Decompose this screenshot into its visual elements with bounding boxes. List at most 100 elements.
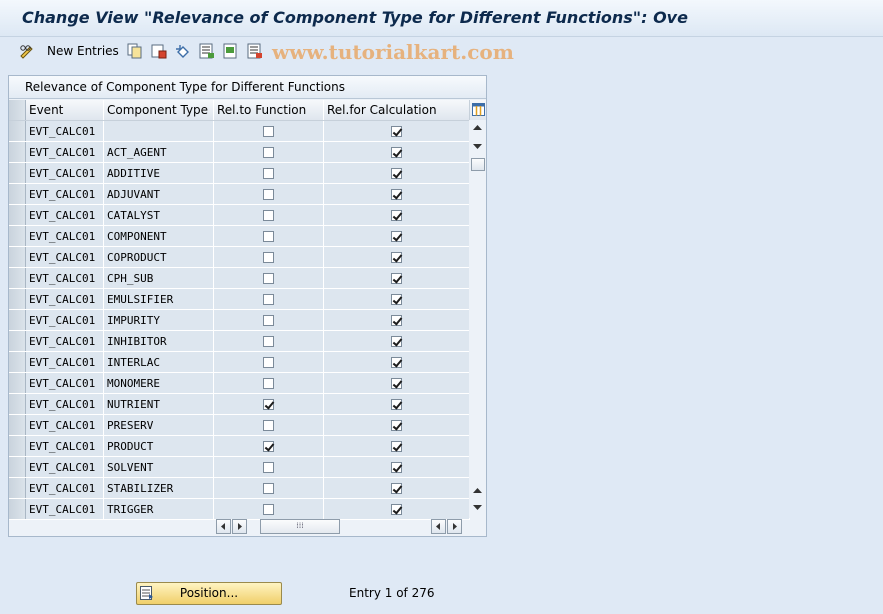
- row-selector[interactable]: [9, 393, 26, 415]
- cell-component-type[interactable]: IMPURITY: [103, 309, 214, 331]
- cell-component-type[interactable]: ACT_AGENT: [103, 141, 214, 163]
- cell-component-type[interactable]: MONOMERE: [103, 372, 214, 394]
- column-header-component-type[interactable]: Component Type: [103, 100, 214, 121]
- rel-function-checkbox[interactable]: [263, 168, 274, 179]
- row-selector[interactable]: [9, 477, 26, 499]
- row-selector[interactable]: [9, 498, 26, 520]
- rel-function-checkbox[interactable]: [263, 336, 274, 347]
- rel-calculation-checkbox[interactable]: [391, 294, 402, 305]
- select-block-icon[interactable]: [223, 43, 239, 59]
- position-button[interactable]: Position...: [136, 582, 282, 605]
- rel-calculation-checkbox[interactable]: [391, 252, 402, 263]
- column-header-rel-calculation[interactable]: Rel.for Calculation: [323, 100, 470, 121]
- column-header-rel-function[interactable]: Rel.to Function: [213, 100, 324, 121]
- row-selector[interactable]: [9, 351, 26, 373]
- deselect-all-icon[interactable]: [247, 43, 263, 59]
- row-selector[interactable]: [9, 267, 26, 289]
- cell-event[interactable]: EVT_CALC01: [25, 162, 104, 184]
- cell-event[interactable]: EVT_CALC01: [25, 393, 104, 415]
- cell-component-type[interactable]: NUTRIENT: [103, 393, 214, 415]
- row-selector[interactable]: [9, 225, 26, 247]
- cell-component-type[interactable]: INTERLAC: [103, 351, 214, 373]
- rel-function-checkbox[interactable]: [263, 252, 274, 263]
- cell-event[interactable]: EVT_CALC01: [25, 414, 104, 436]
- rel-function-checkbox[interactable]: [263, 210, 274, 221]
- cell-event[interactable]: EVT_CALC01: [25, 351, 104, 373]
- rel-calculation-checkbox[interactable]: [391, 420, 402, 431]
- cell-event[interactable]: EVT_CALC01: [25, 204, 104, 226]
- rel-function-checkbox[interactable]: [263, 420, 274, 431]
- row-selector[interactable]: [9, 204, 26, 226]
- select-all-icon[interactable]: [199, 43, 215, 59]
- scroll-left-button-2[interactable]: [431, 519, 446, 534]
- cell-component-type[interactable]: CPH_SUB: [103, 267, 214, 289]
- row-selector[interactable]: [9, 183, 26, 205]
- cell-component-type[interactable]: ADJUVANT: [103, 183, 214, 205]
- cell-event[interactable]: EVT_CALC01: [25, 330, 104, 352]
- row-selector[interactable]: [9, 120, 26, 142]
- cell-event[interactable]: EVT_CALC01: [25, 183, 104, 205]
- row-selector[interactable]: [9, 162, 26, 184]
- cell-event[interactable]: EVT_CALC01: [25, 267, 104, 289]
- rel-function-checkbox[interactable]: [263, 231, 274, 242]
- rel-calculation-checkbox[interactable]: [391, 336, 402, 347]
- row-selector[interactable]: [9, 330, 26, 352]
- vertical-scrollbar[interactable]: [469, 100, 486, 518]
- rel-function-checkbox[interactable]: [263, 189, 274, 200]
- rel-function-checkbox[interactable]: [263, 378, 274, 389]
- rel-function-checkbox[interactable]: [263, 504, 274, 515]
- row-selector[interactable]: [9, 456, 26, 478]
- cell-event[interactable]: EVT_CALC01: [25, 435, 104, 457]
- cell-component-type[interactable]: INHIBITOR: [103, 330, 214, 352]
- cell-component-type[interactable]: [103, 120, 214, 142]
- rel-function-checkbox[interactable]: [263, 315, 274, 326]
- scroll-down-bottom-icon[interactable]: [473, 504, 482, 511]
- cell-event[interactable]: EVT_CALC01: [25, 120, 104, 142]
- cell-event[interactable]: EVT_CALC01: [25, 246, 104, 268]
- column-header-event[interactable]: Event: [25, 100, 104, 121]
- cell-component-type[interactable]: PRESERV: [103, 414, 214, 436]
- new-entries-button[interactable]: New Entries: [47, 44, 119, 58]
- cell-component-type[interactable]: COPRODUCT: [103, 246, 214, 268]
- rel-calculation-checkbox[interactable]: [391, 168, 402, 179]
- rel-calculation-checkbox[interactable]: [391, 273, 402, 284]
- rel-calculation-checkbox[interactable]: [391, 504, 402, 515]
- copy-icon[interactable]: [127, 43, 143, 59]
- scroll-up-bottom-icon[interactable]: [473, 487, 482, 494]
- scroll-right-button-2[interactable]: [447, 519, 462, 534]
- cell-component-type[interactable]: PRODUCT: [103, 435, 214, 457]
- rel-function-checkbox[interactable]: [263, 441, 274, 452]
- rel-calculation-checkbox[interactable]: [391, 378, 402, 389]
- pencil-glasses-icon[interactable]: [19, 43, 35, 59]
- row-selector[interactable]: [9, 246, 26, 268]
- rel-calculation-checkbox[interactable]: [391, 231, 402, 242]
- rel-function-checkbox[interactable]: [263, 126, 274, 137]
- rel-function-checkbox[interactable]: [263, 462, 274, 473]
- undo-icon[interactable]: [175, 43, 191, 59]
- scroll-left-button[interactable]: [216, 519, 231, 534]
- cell-event[interactable]: EVT_CALC01: [25, 288, 104, 310]
- rel-function-checkbox[interactable]: [263, 399, 274, 410]
- cell-event[interactable]: EVT_CALC01: [25, 372, 104, 394]
- rel-function-checkbox[interactable]: [263, 357, 274, 368]
- scroll-right-button[interactable]: [232, 519, 247, 534]
- cell-event[interactable]: EVT_CALC01: [25, 477, 104, 499]
- cell-component-type[interactable]: COMPONENT: [103, 225, 214, 247]
- horizontal-scroll-track[interactable]: ⁞⁞⁞: [260, 519, 340, 534]
- rel-function-checkbox[interactable]: [263, 483, 274, 494]
- cell-component-type[interactable]: STABILIZER: [103, 477, 214, 499]
- rel-calculation-checkbox[interactable]: [391, 483, 402, 494]
- scroll-up-icon[interactable]: [473, 124, 482, 131]
- row-selector[interactable]: [9, 309, 26, 331]
- cell-event[interactable]: EVT_CALC01: [25, 309, 104, 331]
- cell-component-type[interactable]: ADDITIVE: [103, 162, 214, 184]
- rel-calculation-checkbox[interactable]: [391, 399, 402, 410]
- select-all-cell[interactable]: [9, 100, 26, 121]
- row-selector[interactable]: [9, 435, 26, 457]
- rel-calculation-checkbox[interactable]: [391, 147, 402, 158]
- rel-function-checkbox[interactable]: [263, 294, 274, 305]
- rel-calculation-checkbox[interactable]: [391, 315, 402, 326]
- rel-calculation-checkbox[interactable]: [391, 357, 402, 368]
- scroll-down-icon[interactable]: [473, 143, 482, 150]
- cell-component-type[interactable]: SOLVENT: [103, 456, 214, 478]
